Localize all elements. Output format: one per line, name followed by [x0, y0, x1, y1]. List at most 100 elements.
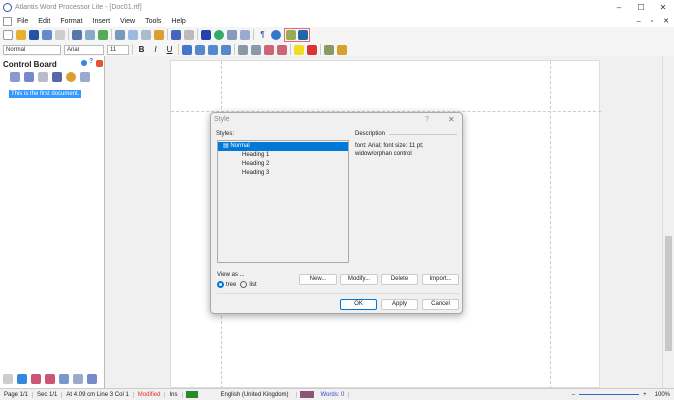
delete-button[interactable]: Delete [381, 274, 418, 285]
status-language[interactable]: English (United Kingdom) [201, 391, 297, 398]
copy-icon[interactable] [128, 29, 138, 40]
remove-icon[interactable] [31, 374, 41, 384]
email-icon[interactable] [42, 29, 52, 40]
move-up-icon[interactable] [73, 374, 83, 384]
settings-icon[interactable] [81, 60, 87, 66]
help-icon[interactable]: ? [89, 58, 93, 65]
columns-icon[interactable] [240, 29, 250, 40]
style-item-heading2[interactable]: Heading 2 [218, 160, 348, 169]
size-select[interactable]: 11 [107, 44, 129, 55]
zoom-out-button[interactable]: – [568, 392, 579, 398]
list-radio-label[interactable]: list [249, 282, 256, 288]
menu-format[interactable]: Format [55, 18, 87, 25]
scrollbar-thumb[interactable] [665, 236, 672, 351]
list-radio[interactable] [240, 281, 248, 288]
apply-button[interactable]: Apply [381, 299, 418, 310]
menu-edit[interactable]: Edit [33, 18, 55, 25]
document-list-item[interactable]: This is the first document. [9, 90, 82, 98]
tree-radio-label[interactable]: tree [226, 282, 236, 288]
doc-restore-button[interactable]: ▫ [646, 18, 658, 25]
picture-icon[interactable] [324, 44, 334, 55]
save-all-icon[interactable] [298, 29, 308, 40]
zoom-level[interactable]: 100% [651, 392, 674, 398]
bulleted-list-icon[interactable] [251, 44, 261, 55]
print-icon[interactable] [72, 29, 82, 40]
move-down-icon[interactable] [87, 374, 97, 384]
italic-button[interactable]: I [150, 45, 161, 54]
hyperlink-icon[interactable] [214, 29, 224, 40]
menu-tools[interactable]: Tools [140, 18, 166, 25]
redo-icon[interactable] [184, 29, 194, 40]
cancel-button[interactable]: Cancel [422, 299, 459, 310]
close-panel-icon[interactable] [96, 60, 103, 67]
menu-help[interactable]: Help [166, 18, 190, 25]
menu-view[interactable]: View [115, 18, 140, 25]
decrease-indent-icon[interactable] [264, 44, 274, 55]
status-insert-mode[interactable]: Ins [165, 391, 183, 398]
ok-button[interactable]: OK [340, 299, 377, 310]
justify-icon[interactable] [221, 44, 231, 55]
pilcrow-icon[interactable]: ¶ [257, 30, 268, 39]
align-right-icon[interactable] [208, 44, 218, 55]
menu-file[interactable]: File [12, 18, 33, 25]
control-board-icon[interactable] [286, 29, 296, 40]
zoom-slider[interactable] [579, 394, 640, 399]
new-document-icon[interactable] [3, 29, 13, 40]
open-icon[interactable] [16, 29, 26, 40]
remove-all-icon[interactable] [45, 374, 55, 384]
style-item-heading3[interactable]: Heading 3 [218, 169, 348, 178]
styles-icon[interactable] [52, 72, 62, 82]
align-left-icon[interactable] [182, 44, 192, 55]
dialog-close-button[interactable]: ✕ [448, 115, 455, 124]
cut-icon[interactable] [115, 29, 125, 40]
font-select[interactable]: Arial [64, 44, 104, 55]
format-painter-icon[interactable] [154, 29, 164, 40]
close-button[interactable]: ✕ [652, 3, 674, 12]
save-icon[interactable] [29, 29, 39, 40]
import-button[interactable]: Import... [422, 274, 459, 285]
dialog-help-button[interactable]: ? [425, 116, 429, 123]
paste-icon[interactable] [141, 29, 151, 40]
doc-close-button[interactable]: ✕ [658, 17, 674, 25]
style-item-normal[interactable]: ▤ Normal [218, 142, 348, 151]
spellcheck-status-icon[interactable] [299, 391, 314, 398]
documents-icon[interactable] [10, 72, 20, 82]
properties-icon[interactable] [38, 72, 48, 82]
tree-radio[interactable] [217, 281, 224, 288]
vertical-scrollbar[interactable] [662, 56, 674, 388]
menu-insert[interactable]: Insert [88, 18, 116, 25]
spellcheck-icon[interactable] [98, 29, 108, 40]
undo-icon[interactable] [171, 29, 181, 40]
style-item-heading1[interactable]: Heading 1 [218, 151, 348, 160]
styles-tree[interactable]: ▤ Normal Heading 1 Heading 2 Heading 3 [217, 140, 349, 263]
highlight-icon[interactable] [294, 44, 304, 55]
underline-button[interactable]: U [164, 45, 175, 54]
themes-icon[interactable] [66, 72, 76, 82]
save-status-icon [185, 391, 198, 398]
symbol-icon[interactable] [201, 29, 211, 40]
help-icon[interactable] [271, 29, 281, 40]
table-icon[interactable] [227, 29, 237, 40]
dialog-title: Style [214, 116, 230, 123]
clipboard-icon[interactable] [80, 72, 90, 82]
outline-icon[interactable] [24, 72, 34, 82]
status-position: At 4.09 cm Line 3 Col 1 [66, 391, 129, 398]
back-icon[interactable] [3, 374, 13, 384]
new-button[interactable]: New... [299, 274, 337, 285]
zoom-in-button[interactable]: + [639, 392, 651, 398]
maximize-button[interactable]: ☐ [630, 3, 652, 12]
numbered-list-icon[interactable] [238, 44, 248, 55]
sort-icon[interactable] [59, 374, 69, 384]
favorites-icon[interactable] [55, 29, 65, 40]
modify-button[interactable]: Modify... [340, 274, 378, 285]
forward-icon[interactable] [17, 374, 27, 384]
font-color-icon[interactable] [307, 44, 317, 55]
minimize-button[interactable]: – [608, 3, 630, 12]
print-preview-icon[interactable] [85, 29, 95, 40]
align-center-icon[interactable] [195, 44, 205, 55]
doc-minimize-button[interactable]: – [632, 18, 646, 25]
bold-button[interactable]: B [136, 45, 147, 54]
stamp-icon[interactable] [337, 44, 347, 55]
style-select[interactable]: Normal [3, 44, 61, 55]
increase-indent-icon[interactable] [277, 44, 287, 55]
